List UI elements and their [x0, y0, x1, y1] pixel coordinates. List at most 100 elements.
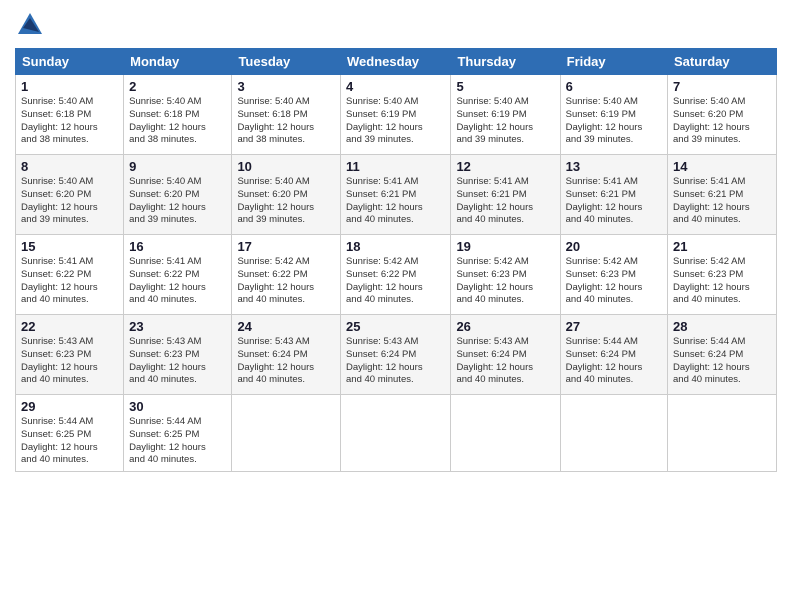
day-number: 6: [566, 79, 662, 94]
day-number: 11: [346, 159, 445, 174]
cal-cell: 30 Sunrise: 5:44 AMSunset: 6:25 PMDayligh…: [124, 395, 232, 472]
cal-cell: 2 Sunrise: 5:40 AMSunset: 6:18 PMDaylight…: [124, 75, 232, 155]
cal-cell: [232, 395, 341, 472]
day-number: 2: [129, 79, 226, 94]
day-number: 16: [129, 239, 226, 254]
day-number: 17: [237, 239, 335, 254]
day-info: Sunrise: 5:40 AMSunset: 6:18 PMDaylight:…: [129, 96, 226, 147]
day-number: 24: [237, 319, 335, 334]
day-info: Sunrise: 5:41 AMSunset: 6:22 PMDaylight:…: [129, 256, 226, 307]
day-info: Sunrise: 5:44 AMSunset: 6:25 PMDaylight:…: [21, 416, 118, 467]
day-info: Sunrise: 5:43 AMSunset: 6:24 PMDaylight:…: [346, 336, 445, 387]
header: [15, 10, 777, 40]
day-info: Sunrise: 5:40 AMSunset: 6:20 PMDaylight:…: [129, 176, 226, 227]
day-info: Sunrise: 5:41 AMSunset: 6:21 PMDaylight:…: [566, 176, 662, 227]
day-info: Sunrise: 5:40 AMSunset: 6:19 PMDaylight:…: [346, 96, 445, 147]
day-number: 25: [346, 319, 445, 334]
day-number: 28: [673, 319, 771, 334]
col-header-wednesday: Wednesday: [341, 49, 451, 75]
day-number: 30: [129, 399, 226, 414]
day-info: Sunrise: 5:41 AMSunset: 6:21 PMDaylight:…: [346, 176, 445, 227]
cal-cell: [341, 395, 451, 472]
day-number: 9: [129, 159, 226, 174]
cal-cell: 28 Sunrise: 5:44 AMSunset: 6:24 PMDayligh…: [668, 315, 777, 395]
day-info: Sunrise: 5:40 AMSunset: 6:20 PMDaylight:…: [673, 96, 771, 147]
logo-icon: [15, 10, 45, 40]
cal-cell: 15 Sunrise: 5:41 AMSunset: 6:22 PMDayligh…: [16, 235, 124, 315]
cal-cell: 13 Sunrise: 5:41 AMSunset: 6:21 PMDayligh…: [560, 155, 667, 235]
cal-cell: [451, 395, 560, 472]
day-number: 8: [21, 159, 118, 174]
col-header-tuesday: Tuesday: [232, 49, 341, 75]
cal-cell: 23 Sunrise: 5:43 AMSunset: 6:23 PMDayligh…: [124, 315, 232, 395]
day-number: 14: [673, 159, 771, 174]
day-info: Sunrise: 5:44 AMSunset: 6:24 PMDaylight:…: [673, 336, 771, 387]
cal-cell: 7 Sunrise: 5:40 AMSunset: 6:20 PMDaylight…: [668, 75, 777, 155]
day-number: 12: [456, 159, 554, 174]
page: SundayMondayTuesdayWednesdayThursdayFrid…: [0, 0, 792, 612]
day-info: Sunrise: 5:41 AMSunset: 6:22 PMDaylight:…: [21, 256, 118, 307]
day-number: 1: [21, 79, 118, 94]
day-number: 13: [566, 159, 662, 174]
day-info: Sunrise: 5:41 AMSunset: 6:21 PMDaylight:…: [673, 176, 771, 227]
day-number: 18: [346, 239, 445, 254]
cal-cell: 19 Sunrise: 5:42 AMSunset: 6:23 PMDayligh…: [451, 235, 560, 315]
cal-cell: 4 Sunrise: 5:40 AMSunset: 6:19 PMDaylight…: [341, 75, 451, 155]
cal-cell: 24 Sunrise: 5:43 AMSunset: 6:24 PMDayligh…: [232, 315, 341, 395]
day-number: 20: [566, 239, 662, 254]
day-info: Sunrise: 5:42 AMSunset: 6:22 PMDaylight:…: [346, 256, 445, 307]
col-header-sunday: Sunday: [16, 49, 124, 75]
cal-cell: 17 Sunrise: 5:42 AMSunset: 6:22 PMDayligh…: [232, 235, 341, 315]
calendar: SundayMondayTuesdayWednesdayThursdayFrid…: [15, 48, 777, 472]
cal-cell: 18 Sunrise: 5:42 AMSunset: 6:22 PMDayligh…: [341, 235, 451, 315]
day-info: Sunrise: 5:42 AMSunset: 6:22 PMDaylight:…: [237, 256, 335, 307]
cal-cell: 21 Sunrise: 5:42 AMSunset: 6:23 PMDayligh…: [668, 235, 777, 315]
cal-cell: 20 Sunrise: 5:42 AMSunset: 6:23 PMDayligh…: [560, 235, 667, 315]
day-info: Sunrise: 5:43 AMSunset: 6:23 PMDaylight:…: [21, 336, 118, 387]
cal-cell: 22Sunrise: 5:43 AMSunset: 6:23 PMDayligh…: [16, 315, 124, 395]
day-info: Sunrise: 5:44 AMSunset: 6:25 PMDaylight:…: [129, 416, 226, 467]
cal-cell: 1 Sunrise: 5:40 AMSunset: 6:18 PMDaylight…: [16, 75, 124, 155]
col-header-friday: Friday: [560, 49, 667, 75]
day-info: Sunrise: 5:41 AMSunset: 6:21 PMDaylight:…: [456, 176, 554, 227]
day-number: 4: [346, 79, 445, 94]
cal-cell: [668, 395, 777, 472]
day-info: Sunrise: 5:40 AMSunset: 6:18 PMDaylight:…: [21, 96, 118, 147]
cal-cell: 12 Sunrise: 5:41 AMSunset: 6:21 PMDayligh…: [451, 155, 560, 235]
day-number: 19: [456, 239, 554, 254]
day-number: 21: [673, 239, 771, 254]
day-number: 5: [456, 79, 554, 94]
cal-cell: 14 Sunrise: 5:41 AMSunset: 6:21 PMDayligh…: [668, 155, 777, 235]
day-info: Sunrise: 5:42 AMSunset: 6:23 PMDaylight:…: [456, 256, 554, 307]
cal-cell: 8 Sunrise: 5:40 AMSunset: 6:20 PMDaylight…: [16, 155, 124, 235]
cal-cell: 27 Sunrise: 5:44 AMSunset: 6:24 PMDayligh…: [560, 315, 667, 395]
day-info: Sunrise: 5:43 AMSunset: 6:24 PMDaylight:…: [456, 336, 554, 387]
day-number: 29: [21, 399, 118, 414]
day-info: Sunrise: 5:40 AMSunset: 6:18 PMDaylight:…: [237, 96, 335, 147]
day-number: 3: [237, 79, 335, 94]
day-number: 15: [21, 239, 118, 254]
cal-cell: 26Sunrise: 5:43 AMSunset: 6:24 PMDayligh…: [451, 315, 560, 395]
day-info: Sunrise: 5:43 AMSunset: 6:23 PMDaylight:…: [129, 336, 226, 387]
cal-cell: 9 Sunrise: 5:40 AMSunset: 6:20 PMDaylight…: [124, 155, 232, 235]
logo: [15, 10, 50, 40]
day-info: Sunrise: 5:40 AMSunset: 6:19 PMDaylight:…: [456, 96, 554, 147]
day-info: Sunrise: 5:40 AMSunset: 6:19 PMDaylight:…: [566, 96, 662, 147]
day-info: Sunrise: 5:42 AMSunset: 6:23 PMDaylight:…: [566, 256, 662, 307]
day-number: 23: [129, 319, 226, 334]
day-number: 10: [237, 159, 335, 174]
col-header-thursday: Thursday: [451, 49, 560, 75]
day-number: 7: [673, 79, 771, 94]
day-info: Sunrise: 5:43 AMSunset: 6:24 PMDaylight:…: [237, 336, 335, 387]
cal-cell: 5 Sunrise: 5:40 AMSunset: 6:19 PMDaylight…: [451, 75, 560, 155]
col-header-saturday: Saturday: [668, 49, 777, 75]
cal-cell: 29 Sunrise: 5:44 AMSunset: 6:25 PMDayligh…: [16, 395, 124, 472]
cal-cell: 10Sunrise: 5:40 AMSunset: 6:20 PMDayligh…: [232, 155, 341, 235]
col-header-monday: Monday: [124, 49, 232, 75]
day-info: Sunrise: 5:44 AMSunset: 6:24 PMDaylight:…: [566, 336, 662, 387]
cal-cell: 16 Sunrise: 5:41 AMSunset: 6:22 PMDayligh…: [124, 235, 232, 315]
day-info: Sunrise: 5:40 AMSunset: 6:20 PMDaylight:…: [21, 176, 118, 227]
day-number: 27: [566, 319, 662, 334]
cal-cell: 25 Sunrise: 5:43 AMSunset: 6:24 PMDayligh…: [341, 315, 451, 395]
day-info: Sunrise: 5:42 AMSunset: 6:23 PMDaylight:…: [673, 256, 771, 307]
